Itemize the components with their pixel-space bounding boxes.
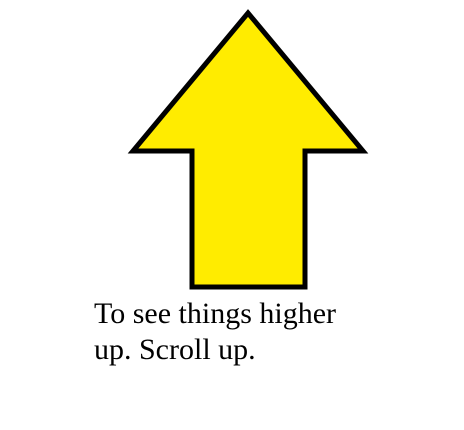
- scroll-hint-line-2: up. Scroll up.: [94, 333, 256, 366]
- scroll-hint-text: To see things higher up. Scroll up.: [94, 296, 434, 368]
- scroll-hint-line-1: To see things higher: [94, 297, 337, 330]
- up-arrow-shape: [127, 9, 369, 290]
